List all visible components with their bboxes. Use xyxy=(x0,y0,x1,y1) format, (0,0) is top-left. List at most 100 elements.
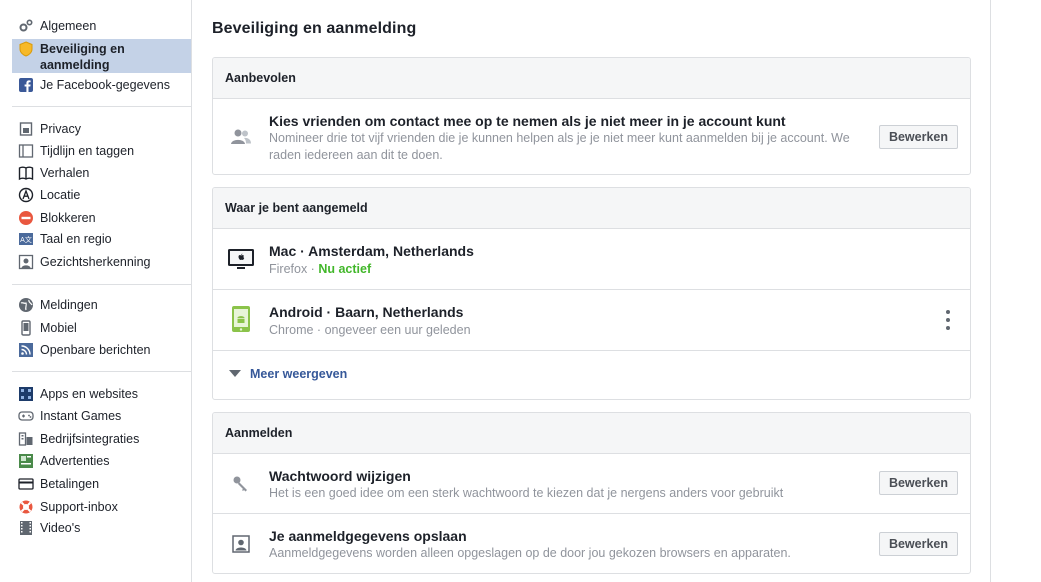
sidebar-item-privacy[interactable]: Privacy xyxy=(12,121,191,137)
login-card: Aanmelden Wachtwoord wijzigen Het is een… xyxy=(212,412,971,574)
sidebar-item-label: Blokkeren xyxy=(40,211,96,225)
row-title: Kies vrienden om contact mee op te nemen… xyxy=(269,113,786,129)
sidebar-item-support-inbox[interactable]: Support-inbox xyxy=(12,499,191,515)
sidebar-item-label: Locatie xyxy=(40,188,81,202)
face-icon xyxy=(18,254,34,270)
page-title: Beveiliging en aanmelding xyxy=(212,20,417,37)
session-active-status: Nu actief xyxy=(318,262,372,276)
session-row-mac[interactable]: Mac · Amsterdam, Netherlands Firefox · N… xyxy=(213,229,970,290)
session-device: Android · Baarn, Netherlands xyxy=(269,304,464,320)
sessions-card: Waar je bent aangemeld Mac · Amsterdam, … xyxy=(212,187,971,400)
change-password-row[interactable]: Wachtwoord wijzigen Het is een goed idee… xyxy=(213,454,970,514)
sidebar-item-label: Meldingen xyxy=(40,298,98,312)
trusted-contacts-row[interactable]: Kies vrienden om contact mee op te nemen… xyxy=(213,99,970,174)
book-icon xyxy=(18,165,34,181)
sidebar-item-betalingen[interactable]: Betalingen xyxy=(12,476,191,492)
sidebar-item-facebook-gegevens[interactable]: Je Facebook-gegevens xyxy=(12,77,191,93)
edit-button[interactable]: Bewerken xyxy=(878,532,958,556)
rss-icon xyxy=(18,342,34,358)
sidebar-item-algemeen[interactable]: Algemeen xyxy=(12,18,191,34)
sidebar-item-label: Advertenties xyxy=(40,454,110,468)
sidebar-item-instant-games[interactable]: Instant Games xyxy=(12,408,191,424)
row-title: Je aanmeldgegevens opslaan xyxy=(269,528,467,544)
mobile-icon xyxy=(18,320,34,336)
card-header: Waar je bent aangemeld xyxy=(213,188,970,229)
sidebar-item-label: Apps en websites xyxy=(40,387,138,401)
sidebar-item-locatie[interactable]: Locatie xyxy=(12,187,191,203)
block-icon xyxy=(18,210,34,226)
business-icon xyxy=(18,431,34,447)
ads-icon xyxy=(18,453,34,469)
sidebar-item-verhalen[interactable]: Verhalen xyxy=(12,165,191,181)
sidebar-item-meldingen[interactable]: Meldingen xyxy=(12,297,191,313)
sidebar-item-label: Beveiliging en aanmelding xyxy=(40,42,125,72)
row-description: Aanmeldgegevens worden alleen opgeslagen… xyxy=(269,546,791,560)
timeline-icon xyxy=(18,143,34,159)
session-meta: Chrome · ongeveer een uur geleden xyxy=(269,323,471,337)
sidebar-item-label: Je Facebook-gegevens xyxy=(40,78,170,92)
sidebar-item-openbare-berichten[interactable]: Openbare berichten xyxy=(12,342,191,358)
session-meta: Firefox · Nu actief xyxy=(269,261,371,278)
sidebar-item-tijdlijn[interactable]: Tijdlijn en taggen xyxy=(12,143,191,159)
recommended-card: Aanbevolen Kies vrienden om contact mee … xyxy=(212,57,971,175)
sidebar-separator xyxy=(12,371,191,372)
sidebar-item-label: Gezichtsherkenning xyxy=(40,255,151,269)
sidebar-item-advertenties[interactable]: Advertenties xyxy=(12,453,191,469)
show-more-row[interactable]: Meer weergeven xyxy=(213,351,970,399)
shield-icon xyxy=(18,41,34,57)
gamepad-icon xyxy=(18,408,34,424)
session-device: Mac · Amsterdam, Netherlands xyxy=(269,243,474,259)
session-row-android[interactable]: Android · Baarn, Netherlands Chrome · on… xyxy=(213,290,970,351)
edit-button[interactable]: Bewerken xyxy=(878,125,958,149)
card-header: Aanbevolen xyxy=(213,58,970,99)
save-login-row[interactable]: Je aanmeldgegevens opslaan Aanmeldgegeve… xyxy=(213,514,970,573)
row-description-line-2: raden iedereen aan dit te doen. xyxy=(269,148,443,162)
sidebar-item-label: Support-inbox xyxy=(40,500,118,514)
lock-icon xyxy=(18,121,34,137)
film-icon xyxy=(18,520,34,536)
facebook-icon xyxy=(18,77,34,93)
settings-sidebar: Algemeen Beveiliging en aanmelding Je Fa… xyxy=(12,0,192,582)
card-header: Aanmelden xyxy=(213,413,970,454)
sidebar-item-videos[interactable]: Video's xyxy=(12,520,191,536)
sidebar-item-label: Taal en regio xyxy=(40,232,112,246)
sidebar-item-apps[interactable]: Apps en websites xyxy=(12,386,191,402)
lifebuoy-icon xyxy=(18,499,34,515)
card-icon xyxy=(18,476,34,492)
sidebar-item-beveiliging[interactable]: Beveiliging en aanmelding xyxy=(12,39,191,73)
show-more-link[interactable]: Meer weergeven xyxy=(250,367,347,381)
sidebar-item-label: Openbare berichten xyxy=(40,343,151,357)
friends-icon xyxy=(227,123,255,151)
sidebar-item-blokkeren[interactable]: Blokkeren xyxy=(12,210,191,226)
svg-text:A文: A文 xyxy=(20,235,32,244)
sidebar-item-bedrijfsintegraties[interactable]: Bedrijfsintegraties xyxy=(12,431,191,447)
session-separator: · xyxy=(307,262,319,276)
language-icon: A文 xyxy=(18,231,34,247)
sidebar-item-label: Instant Games xyxy=(40,409,122,423)
sidebar-item-label: Mobiel xyxy=(40,321,77,335)
row-description: Het is een goed idee om een sterk wachtw… xyxy=(269,486,784,500)
row-title: Wachtwoord wijzigen xyxy=(269,468,411,484)
gears-icon xyxy=(18,18,34,34)
sidebar-separator xyxy=(12,284,191,285)
apps-icon xyxy=(18,386,34,402)
sidebar-item-mobiel[interactable]: Mobiel xyxy=(12,320,191,336)
sidebar-separator xyxy=(12,106,191,107)
sidebar-item-label: Privacy xyxy=(40,122,81,136)
android-phone-icon xyxy=(227,305,255,333)
profile-card-icon xyxy=(227,530,255,558)
triangle-down-icon xyxy=(229,370,241,377)
key-icon xyxy=(227,470,255,498)
row-description-line-1: Nomineer drie tot vijf vrienden die je k… xyxy=(269,131,850,145)
globe-icon xyxy=(18,297,34,313)
sidebar-item-label: Tijdlijn en taggen xyxy=(40,144,135,158)
sidebar-item-gezichtsherkenning[interactable]: Gezichtsherkenning xyxy=(12,254,191,270)
edit-button[interactable]: Bewerken xyxy=(878,471,958,495)
more-options-icon[interactable] xyxy=(944,310,952,330)
sidebar-item-taal[interactable]: A文 Taal en regio xyxy=(12,231,191,247)
content-right-border xyxy=(990,0,991,582)
location-icon xyxy=(18,187,34,203)
sidebar-item-label: Algemeen xyxy=(40,19,97,33)
sidebar-item-label: Verhalen xyxy=(40,166,90,180)
session-browser: Firefox xyxy=(269,262,308,276)
